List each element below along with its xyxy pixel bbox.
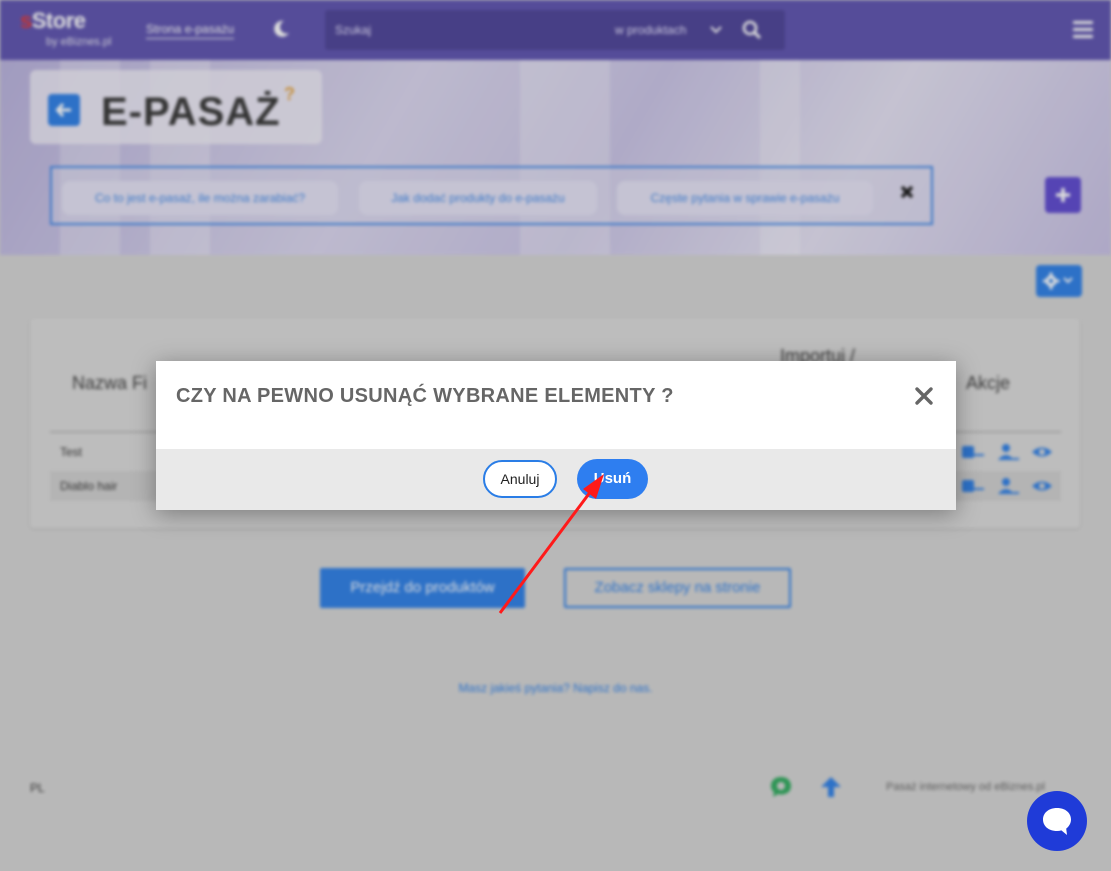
delete-button[interactable]: Usuń xyxy=(577,459,648,499)
confirm-delete-dialog: CZY NA PEWNO USUNĄĆ WYBRANE ELEMENTY ? A… xyxy=(156,361,956,510)
dialog-title: CZY NA PEWNO USUNĄĆ WYBRANE ELEMENTY ? xyxy=(176,385,674,407)
chat-icon xyxy=(1043,808,1071,835)
cancel-button[interactable]: Anuluj xyxy=(483,460,557,498)
chat-widget-button[interactable] xyxy=(1027,791,1087,851)
close-icon[interactable] xyxy=(913,385,935,407)
dialog-footer: Anuluj Usuń xyxy=(156,449,956,510)
